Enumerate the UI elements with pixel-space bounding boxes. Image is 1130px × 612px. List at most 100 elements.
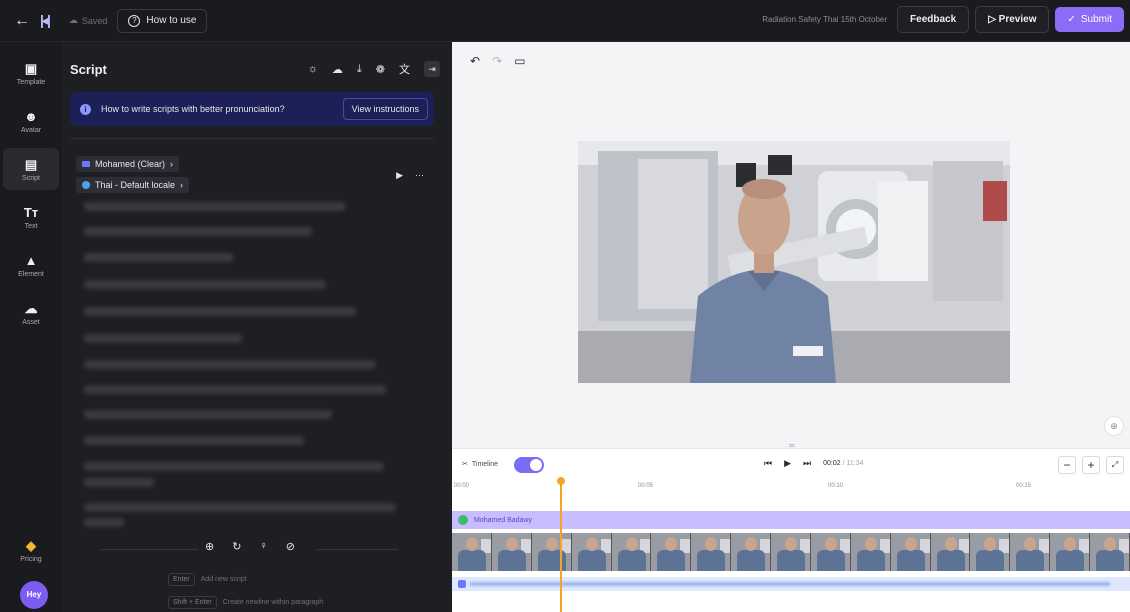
cloud-upload-icon[interactable]: ☁	[332, 63, 343, 76]
rail-label: Text	[24, 222, 38, 230]
scissors-icon: ✂	[462, 461, 468, 468]
script-insert-toolbar: ⊕ ↻ ♀ ⊘	[205, 540, 295, 553]
rail-item-pricing[interactable]: ◆ Pricing	[3, 529, 59, 571]
skip-back-icon[interactable]: ⏮	[764, 458, 772, 469]
submit-button[interactable]: ✓ Submit	[1055, 7, 1124, 32]
microphone-icon[interactable]: ♀	[259, 540, 267, 553]
playhead[interactable]	[560, 479, 562, 612]
user-avatar[interactable]: Hey	[20, 581, 48, 609]
rail-item-asset[interactable]: ☁ Asset	[3, 292, 59, 334]
video-thumbnail	[850, 533, 891, 571]
zoom-in-icon[interactable]: +	[1082, 456, 1100, 474]
undo-icon[interactable]: ↶	[470, 54, 480, 68]
script-line-redacted[interactable]	[84, 518, 124, 527]
timeline-panel: ═ ✂ Timeline ⏮ ▶ ⏭ 00:02 / 11:34 − + ⤢ 0…	[452, 441, 1130, 612]
video-thumbnail	[890, 533, 931, 571]
ruler-mark: 00:05	[638, 483, 654, 489]
script-line-redacted[interactable]	[84, 478, 154, 487]
sun-icon[interactable]: ☼	[308, 63, 318, 75]
track-name: Mohamed Badawy	[474, 516, 532, 524]
zoom-out-icon[interactable]: −	[1058, 456, 1076, 474]
locale-label: Thai - Default locale	[95, 180, 176, 190]
banner-text: How to write scripts with better pronunc…	[101, 104, 285, 114]
audio-track[interactable]	[452, 577, 1130, 591]
locale-selector[interactable]: Thai - Default locale ›	[76, 177, 190, 193]
resize-handle-icon[interactable]: ═	[789, 441, 795, 450]
expand-icon[interactable]: ⤢	[1106, 456, 1124, 474]
script-line-redacted[interactable]	[84, 410, 332, 419]
script-line-redacted[interactable]	[84, 360, 376, 369]
view-instructions-button[interactable]: View instructions	[342, 98, 428, 120]
comment-icon[interactable]: ▭	[514, 54, 525, 68]
rail-item-script[interactable]: ▤ Script	[3, 148, 59, 190]
rail-label: Element	[18, 270, 44, 278]
how-to-use-button[interactable]: ? How to use	[117, 8, 208, 33]
panel-logo-icon[interactable]: |◂|	[40, 12, 51, 29]
emphasis-icon[interactable]: ⊘	[286, 540, 295, 553]
video-thumbnail	[930, 533, 971, 571]
time-total: / 11:34	[842, 460, 864, 467]
add-pause-icon[interactable]: ⊕	[205, 540, 214, 553]
more-icon[interactable]: ···	[415, 170, 424, 181]
hint-text: Create newline within paragraph	[222, 599, 324, 606]
sound-effect-icon[interactable]: ↻	[232, 540, 241, 553]
script-line-redacted[interactable]	[84, 436, 304, 445]
question-icon: ?	[128, 14, 141, 27]
play-icon[interactable]: ▶	[396, 170, 403, 181]
video-preview[interactable]	[578, 141, 1010, 383]
download-icon[interactable]: ⤓	[357, 63, 362, 76]
video-thumbnail	[571, 533, 612, 571]
project-title[interactable]: Radiation Safety Thai 15th October	[762, 15, 887, 24]
rail-item-template[interactable]: ▣ Template	[3, 52, 59, 94]
canvas-toolbar: ↶ ↷ ▭	[470, 54, 525, 68]
script-line-redacted[interactable]	[84, 385, 386, 394]
script-line-redacted[interactable]	[84, 307, 356, 316]
playback-controls: ⏮ ▶ ⏭ 00:02 / 11:34	[764, 458, 864, 469]
play-icon[interactable]: ▶	[784, 458, 791, 469]
top-bar-left: ← |◂| ☁ Saved ? How to use	[0, 8, 208, 33]
script-line-redacted[interactable]	[84, 503, 396, 512]
rail-item-avatar[interactable]: ☻ Avatar	[3, 100, 59, 142]
rail-label: Script	[22, 174, 40, 182]
translate-icon[interactable]: 文	[399, 61, 410, 77]
feedback-button[interactable]: Feedback	[897, 6, 970, 33]
voice-icon	[82, 161, 90, 167]
script-line-redacted[interactable]	[84, 334, 242, 343]
script-line-redacted[interactable]	[84, 462, 384, 471]
avatar-track[interactable]: Mohamed Badawy	[452, 511, 1130, 529]
rail-item-text[interactable]: Tт Text	[3, 196, 59, 238]
redo-icon[interactable]: ↷	[492, 54, 502, 68]
script-line-redacted[interactable]	[84, 202, 346, 211]
hint-text: Add new script	[200, 576, 247, 583]
timeline-toggle-label: ✂ Timeline	[462, 460, 498, 469]
collapse-panel-icon[interactable]: ⇥	[424, 61, 440, 77]
saved-status: ☁ Saved	[69, 15, 108, 26]
rail-item-element[interactable]: ▲ Element	[3, 244, 59, 286]
audio-track-icon	[458, 580, 466, 588]
keyboard-hint: Shift + Enter Create newline within para…	[168, 596, 323, 609]
settings-icon[interactable]: ❁	[376, 63, 385, 76]
script-line-redacted[interactable]	[84, 280, 326, 289]
script-line-redacted[interactable]	[84, 227, 312, 236]
timeline-toggle[interactable]	[514, 457, 544, 473]
key-shift-enter: Shift + Enter	[168, 596, 217, 609]
script-toolbar: ☼ ☁ ⤓ ❁ 文 ⇥	[308, 61, 440, 77]
avatar-track-icon	[458, 515, 468, 525]
video-thumbnail-track[interactable]	[452, 533, 1130, 571]
info-icon: i	[80, 103, 91, 115]
preview-button[interactable]: ▷ Preview	[975, 6, 1050, 33]
playhead-handle[interactable]	[557, 477, 565, 485]
how-to-use-label: How to use	[146, 15, 197, 26]
rail-label: Template	[16, 78, 46, 86]
script-line-redacted[interactable]	[84, 253, 234, 262]
voice-selector[interactable]: Mohamed (Clear) ›	[76, 156, 180, 172]
time-readout: 00:02 / 11:34	[823, 460, 863, 467]
timeline-ruler[interactable]: 00:00 00:05 00:10 00:15	[452, 481, 1130, 495]
video-thumbnail	[452, 533, 492, 571]
top-bar-right: Radiation Safety Thai 15th October Feedb…	[762, 6, 1124, 33]
divider	[70, 138, 434, 139]
zoom-icon[interactable]: ⊕	[1104, 416, 1124, 436]
ruler-mark: 00:00	[454, 483, 470, 489]
skip-forward-icon[interactable]: ⏭	[803, 458, 811, 469]
arrow-left-icon[interactable]: ←	[14, 12, 30, 30]
